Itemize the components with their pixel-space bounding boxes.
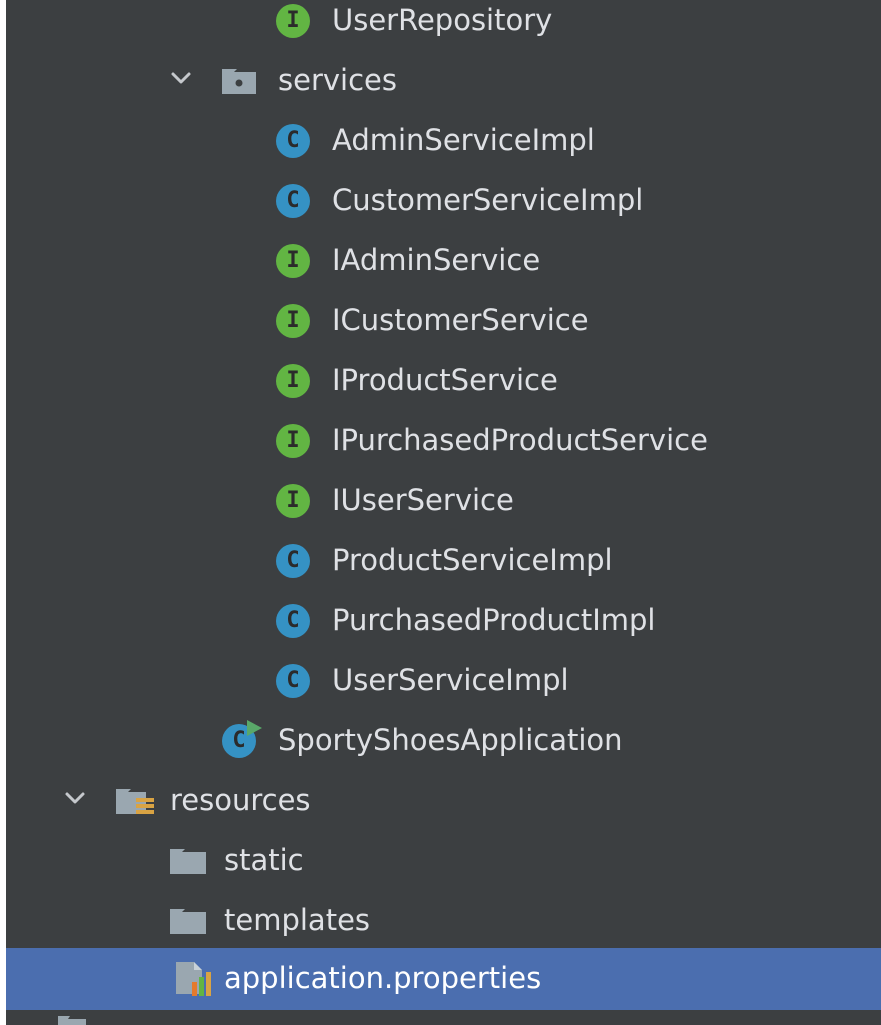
tree-item-label: IProductService bbox=[332, 363, 558, 397]
interface-icon: I bbox=[276, 304, 310, 338]
tree-item-icustomer-service[interactable]: I ICustomerService bbox=[6, 290, 881, 350]
interface-icon: I bbox=[276, 364, 310, 398]
folder-icon bbox=[170, 909, 206, 934]
tree-item-label: AdminServiceImpl bbox=[332, 123, 595, 157]
tree-item-label: SportyShoesApplication bbox=[278, 723, 623, 757]
tree-item-iuser-service[interactable]: I IUserService bbox=[6, 470, 881, 530]
tree-item-purchased-product-impl[interactable]: C PurchasedProductImpl bbox=[6, 590, 881, 650]
tree-item-customer-service-impl[interactable]: C CustomerServiceImpl bbox=[6, 170, 881, 230]
tree-item-label: CustomerServiceImpl bbox=[332, 183, 644, 217]
tree-item-label: PurchasedProductImpl bbox=[332, 603, 656, 637]
chevron-down-icon[interactable] bbox=[62, 785, 88, 811]
project-tree-panel: I UserRepository services C AdminService… bbox=[6, 0, 881, 1025]
tree-item-label: templates bbox=[224, 903, 371, 937]
tree-item-services[interactable]: services bbox=[6, 50, 881, 110]
tree-item-user-repository[interactable]: I UserRepository bbox=[6, 0, 881, 50]
folder-icon bbox=[170, 849, 206, 874]
tree-item-ipurchased-product-service[interactable]: I IPurchasedProductService bbox=[6, 410, 881, 470]
interface-icon: I bbox=[276, 484, 310, 518]
interface-icon: I bbox=[276, 244, 310, 278]
tree-item-label: resources bbox=[170, 783, 311, 817]
interface-icon: I bbox=[276, 4, 310, 38]
class-icon: C bbox=[276, 544, 310, 578]
tree-item-user-service-impl[interactable]: C UserServiceImpl bbox=[6, 650, 881, 710]
tree-item-admin-service-impl[interactable]: C AdminServiceImpl bbox=[6, 110, 881, 170]
next-tree-item-partial bbox=[6, 1010, 881, 1025]
properties-file-icon bbox=[176, 962, 211, 996]
tree-item-label: UserRepository bbox=[332, 3, 553, 37]
chevron-down-icon[interactable] bbox=[168, 65, 194, 91]
tree-item-application-properties[interactable]: application.properties bbox=[6, 948, 881, 1010]
interface-icon: I bbox=[276, 424, 310, 458]
tree-item-label: ProductServiceImpl bbox=[332, 543, 613, 577]
package-folder-icon bbox=[222, 69, 256, 94]
tree-item-label: static bbox=[224, 843, 304, 877]
class-icon: C bbox=[276, 604, 310, 638]
tree-item-iproduct-service[interactable]: I IProductService bbox=[6, 350, 881, 410]
class-icon: C bbox=[276, 124, 310, 158]
tree-item-templates[interactable]: templates bbox=[6, 890, 881, 950]
tree-item-label: application.properties bbox=[224, 961, 542, 995]
folder-icon bbox=[58, 1016, 86, 1025]
tree-item-label: UserServiceImpl bbox=[332, 663, 569, 697]
tree-item-label: services bbox=[278, 63, 397, 97]
tree-item-label: IPurchasedProductService bbox=[332, 423, 708, 457]
tree-item-product-service-impl[interactable]: C ProductServiceImpl bbox=[6, 530, 881, 590]
class-icon: C bbox=[276, 184, 310, 218]
class-icon: C bbox=[276, 664, 310, 698]
resources-folder-icon bbox=[116, 789, 154, 814]
tree-item-iadmin-service[interactable]: I IAdminService bbox=[6, 230, 881, 290]
tree-item-label: ICustomerService bbox=[332, 303, 589, 337]
tree-item-label: IAdminService bbox=[332, 243, 541, 277]
run-arrow-icon bbox=[247, 720, 262, 736]
tree-item-resources[interactable]: resources bbox=[6, 770, 881, 830]
tree-item-label: IUserService bbox=[332, 483, 514, 517]
tree-item-static[interactable]: static bbox=[6, 830, 881, 890]
tree-item-sporty-shoes-application[interactable]: C SportyShoesApplication bbox=[6, 710, 881, 770]
